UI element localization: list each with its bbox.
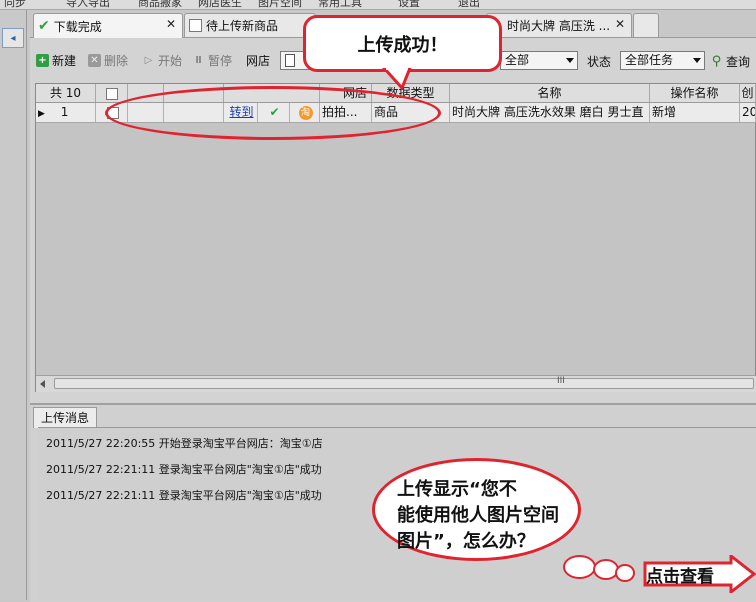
plus-icon: + [36, 54, 49, 67]
tab-label: 下载完成 [53, 19, 102, 34]
search-icon: ⚲ [711, 54, 722, 69]
close-icon[interactable]: ✕ [166, 17, 176, 31]
question-callout: 上传显示“您不 能使用他人图片空间 图片”，怎么办？ [372, 458, 581, 561]
row-pointer-icon: ▶ [38, 109, 45, 119]
operation-cell: 新增 [650, 103, 740, 122]
start-button-label: 开始 [158, 54, 183, 68]
collapse-panel-icon[interactable]: ◂ [2, 28, 24, 48]
upload-success-callout: 上传成功！ [303, 15, 502, 72]
menu-item[interactable]: 同步 [4, 0, 26, 9]
pause-button-label: 暂停 [208, 54, 233, 68]
data-type-value: 全部 [505, 53, 530, 67]
menu-item[interactable]: 设置 [398, 0, 420, 9]
name-cell: 时尚大牌 高压洗水效果 磨白 男士直 [450, 103, 650, 122]
checkbox-icon [189, 19, 202, 32]
data-type-select[interactable]: 全部 [500, 51, 578, 70]
column-header-operation[interactable]: 操作名称 [650, 84, 740, 102]
log-line: 2011/5/27 22:21:11 登录淘宝平台网店"淘宝①店"成功 [46, 489, 322, 502]
tab-product-detail[interactable]: 时尚大牌 高压洗 ... ✕ [486, 13, 632, 37]
created-cell: 2011 [740, 103, 756, 122]
delete-icon: ✕ [88, 54, 101, 67]
close-icon[interactable]: ✕ [615, 17, 625, 31]
tab-pending-upload[interactable]: 待上传新商品 [184, 13, 316, 37]
log-line: 2011/5/27 22:21:11 登录淘宝平台网店"淘宝①店"成功 [46, 463, 322, 476]
menu-item[interactable]: 常用工具 [318, 0, 362, 9]
scrollbar-thumb[interactable]: III [54, 376, 754, 389]
callout-pointer [381, 68, 412, 90]
thought-dot [563, 555, 596, 579]
menu-item[interactable]: 商品搬家 [138, 0, 182, 9]
new-button-label: 新建 [52, 54, 77, 68]
status-label: 状态 [587, 55, 612, 69]
callout-text: 上传显示“您不 [397, 479, 517, 500]
tab-label: 时尚大牌 高压洗 ... [507, 19, 611, 33]
click-to-view-label[interactable]: 点击查看 [646, 562, 736, 587]
log-line: 2011/5/27 22:20:55 开始登录淘宝平台网店：淘宝①店 [46, 437, 323, 450]
search-button-label: 查询 [726, 55, 751, 69]
select-all-checkbox[interactable] [105, 87, 118, 100]
column-header-created[interactable]: 创 [740, 84, 756, 102]
tab-download-complete[interactable]: ✔ 下载完成 ✕ [33, 13, 183, 38]
status-select[interactable]: 全部任务 [620, 51, 705, 70]
document-icon [285, 54, 295, 67]
column-header-name[interactable]: 名称 [450, 84, 650, 102]
search-button[interactable]: ⚲ 查询 [710, 53, 750, 70]
scrollbar-grip: III [557, 376, 565, 386]
highlight-oval [105, 86, 441, 140]
play-icon: ▷ [144, 55, 153, 66]
new-button[interactable]: + 新建 [36, 52, 76, 69]
select-all-header[interactable] [96, 84, 128, 102]
tab-upload-messages[interactable]: 上传消息 [33, 407, 97, 428]
menu-item[interactable]: 退出 [458, 0, 480, 9]
menu-item[interactable]: 网店医生 [198, 0, 242, 9]
left-side-panel [0, 10, 27, 600]
tab-label: 待上传新商品 [206, 19, 279, 33]
scroll-left-icon[interactable] [40, 380, 45, 388]
pause-icon: Ⅱ [195, 55, 202, 66]
callout-text: 能使用他人图片空间 [397, 505, 559, 526]
chevron-down-icon [566, 58, 574, 63]
start-button[interactable]: ▷ 开始 [142, 52, 182, 69]
callout-text: 上传成功！ [357, 34, 448, 56]
menu-item[interactable]: 图片空间 [258, 0, 302, 9]
pause-button[interactable]: Ⅱ 暂停 [192, 52, 232, 69]
thought-dot [615, 564, 635, 582]
shop-filter-label: 网店 [246, 54, 271, 68]
chevron-down-icon [693, 58, 701, 63]
delete-button-label: 删除 [104, 54, 129, 68]
menu-item[interactable]: 导入导出 [66, 0, 110, 9]
row-index: 1 [60, 105, 69, 119]
row-count-header: 共 10 [36, 84, 96, 102]
status-value: 全部任务 [625, 53, 674, 67]
tab-extra[interactable] [633, 13, 659, 37]
top-menu-bar: 同步 导入导出 商品搬家 网店医生 图片空间 常用工具 设置 退出 [0, 0, 756, 10]
check-icon: ✔ [38, 18, 50, 34]
delete-button[interactable]: ✕ 删除 [88, 52, 128, 69]
callout-text: 图片”，怎么办？ [397, 531, 535, 552]
row-indicator: ▶ 1 [36, 103, 96, 122]
horizontal-scrollbar[interactable]: III [36, 375, 756, 392]
